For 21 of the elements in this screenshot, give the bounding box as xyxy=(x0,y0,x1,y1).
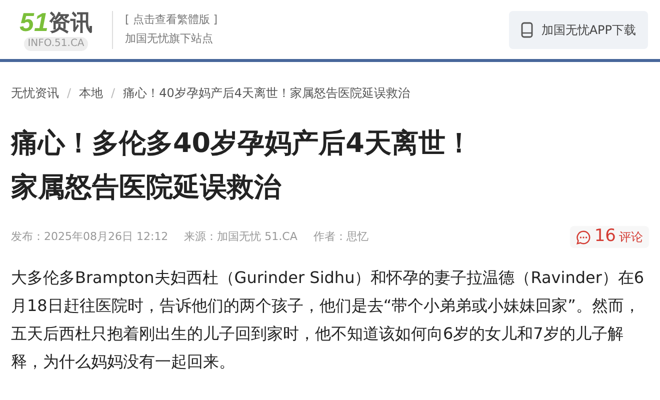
traditional-chinese-link[interactable]: [ 点击查看繁體版 ] xyxy=(125,12,218,28)
logo-name: 资讯 xyxy=(48,12,92,34)
comment-icon xyxy=(576,230,592,244)
breadcrumb-link[interactable]: 痛心！40岁孕妈产后4天离世！家属怒告医院延误救治 xyxy=(123,84,410,102)
article-title: 痛心！多伦多40岁孕妈产后4天离世！家属怒告医院延误救治 xyxy=(10,127,474,205)
logo-number: 51 xyxy=(20,8,48,34)
article-paragraph: 大多伦多Brampton夫妇西杜（Gurinder Sidhu）和怀孕的妻子拉温德（Ravinder）在6月18日赶往医院时，告诉他们的两个孩子，他们是去“带个小弟弟或小妹妹回家”。然而，五天后西杜只抱着刚出生的儿子回到家时，他不知道该如何向6岁的女儿和7岁的儿子解释，为什么妈妈没有一起回来。 xyxy=(10,267,646,373)
comment-count: 16 xyxy=(594,225,616,248)
breadcrumb-separator: / xyxy=(111,85,116,102)
app-download-button[interactable]: 加国无忧APP下载 xyxy=(509,10,648,48)
article-source: 来源：加国无忧 51.CA xyxy=(184,228,298,245)
article-author: 作者：思忆 xyxy=(313,228,368,245)
logo-domain: INFO.51.CA xyxy=(24,36,88,50)
breadcrumb-link[interactable]: 本地 xyxy=(79,84,104,102)
comment-button[interactable]: 16 评论 xyxy=(570,226,649,248)
breadcrumb-link[interactable]: 无忧资讯 xyxy=(11,84,59,102)
breadcrumb-separator: / xyxy=(67,85,72,102)
phone-icon xyxy=(521,22,534,38)
comment-label: 评论 xyxy=(619,229,643,246)
site-tagline: 加国无忧旗下站点 xyxy=(125,30,214,46)
publish-date: 发布：2025年08月26日 12:12 xyxy=(11,228,168,245)
